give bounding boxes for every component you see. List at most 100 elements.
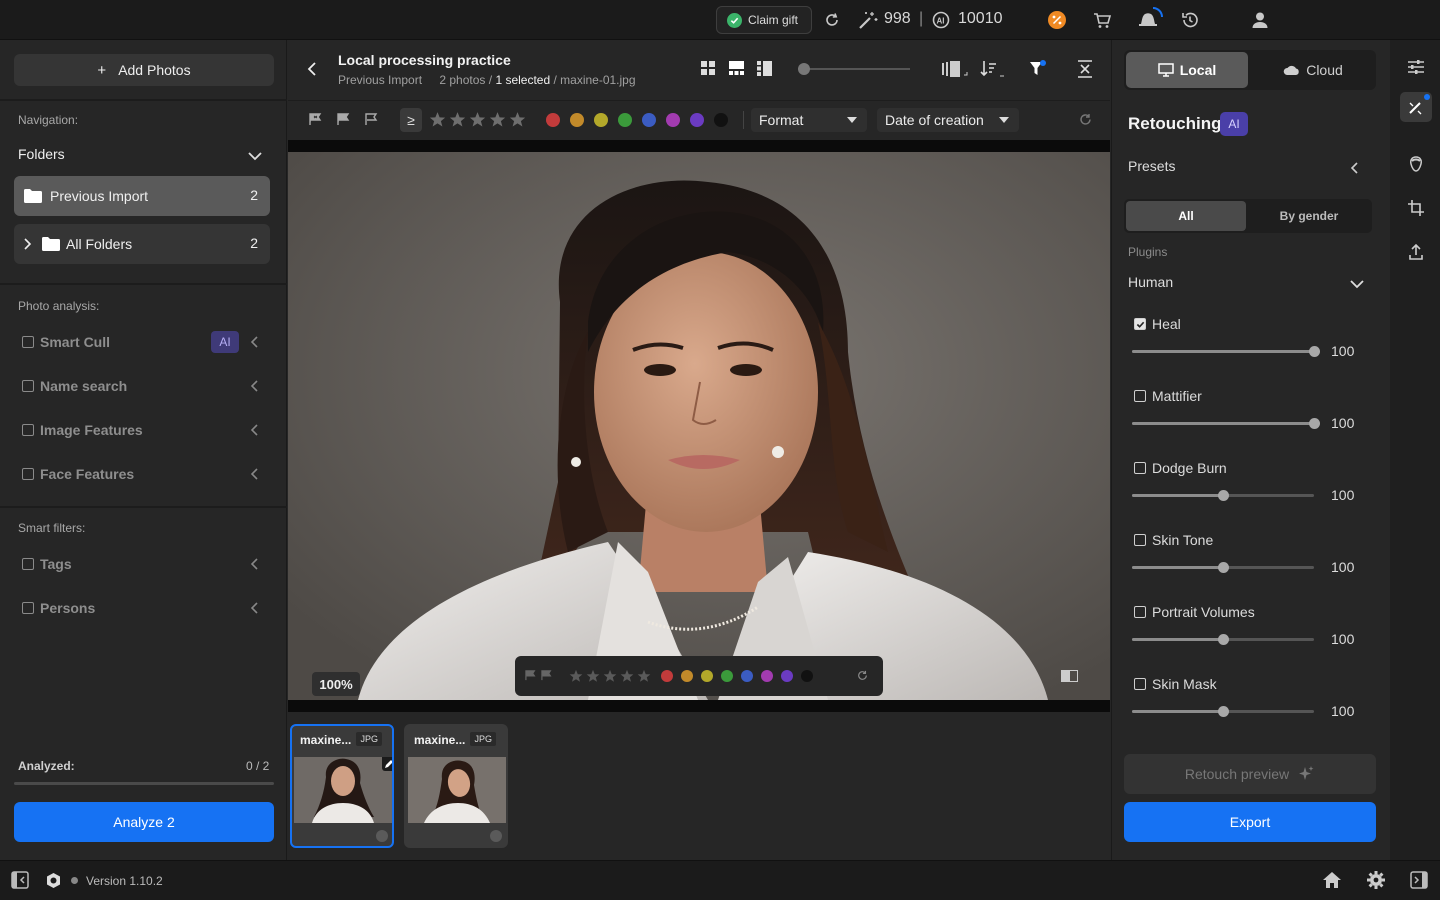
plugin-slider[interactable]: [1132, 562, 1314, 573]
checkbox[interactable]: [22, 558, 34, 570]
chevron-left-icon[interactable]: [250, 467, 260, 481]
plugin-row[interactable]: Portrait Volumes: [1134, 602, 1374, 622]
plugin-row[interactable]: Dodge Burn: [1134, 458, 1374, 478]
retouch-tool-button[interactable]: [1400, 92, 1432, 122]
plugin-row[interactable]: Mattifier: [1134, 386, 1374, 406]
star-icon[interactable]: [509, 111, 526, 128]
settings-gear-icon[interactable]: [1366, 870, 1386, 890]
color-label-dot[interactable]: [714, 113, 728, 127]
sort-dropdown[interactable]: Date of creation: [877, 108, 1019, 132]
refresh-icon[interactable]: [857, 670, 868, 681]
color-label-dot[interactable]: [721, 670, 733, 682]
notifications-icon[interactable]: [1136, 6, 1164, 32]
checkbox[interactable]: [22, 336, 34, 348]
export-icon[interactable]: [1408, 244, 1424, 260]
color-label-dot[interactable]: [570, 113, 584, 127]
color-label-dot[interactable]: [618, 113, 632, 127]
back-arrow-icon[interactable]: [306, 61, 318, 77]
plugin-slider[interactable]: [1132, 490, 1314, 501]
reset-filters-icon[interactable]: [1079, 113, 1092, 126]
history-icon[interactable]: [1180, 10, 1200, 30]
main-photo[interactable]: [288, 152, 1110, 700]
cart-icon[interactable]: [1092, 10, 1112, 30]
star-icon[interactable]: [569, 669, 583, 683]
filmstrip-thumb[interactable]: maxine... JPG: [404, 724, 508, 848]
rating-stars[interactable]: [429, 111, 526, 128]
segment-all[interactable]: All: [1126, 201, 1246, 231]
color-label-dot[interactable]: [681, 670, 693, 682]
star-icon[interactable]: [449, 111, 466, 128]
name-search-option[interactable]: Name search: [22, 375, 272, 397]
mask-icon[interactable]: [1408, 155, 1424, 173]
toggle-left-panel-icon[interactable]: [11, 871, 29, 889]
color-label-dot[interactable]: [690, 113, 704, 127]
filmstrip-view-icon[interactable]: [729, 61, 744, 76]
color-label-dot[interactable]: [761, 670, 773, 682]
checkbox[interactable]: [22, 602, 34, 614]
crop-icon[interactable]: [1408, 200, 1424, 216]
plugin-checkbox[interactable]: [1134, 534, 1146, 546]
tags-filter[interactable]: Tags: [22, 553, 272, 575]
thumb-color-dot[interactable]: [490, 830, 502, 842]
toggle-right-panel-icon[interactable]: [1410, 871, 1428, 889]
grid-view-icon[interactable]: [701, 61, 716, 76]
color-label-dot[interactable]: [642, 113, 656, 127]
plugin-group-dropdown[interactable]: Human: [1128, 274, 1368, 294]
plugin-row[interactable]: Skin Mask: [1134, 674, 1374, 694]
export-button[interactable]: Export: [1124, 802, 1376, 842]
checkbox[interactable]: [22, 424, 34, 436]
plugin-slider[interactable]: [1132, 418, 1320, 429]
thumb-color-dot[interactable]: [376, 830, 388, 842]
plugin-row[interactable]: Skin Tone: [1134, 530, 1374, 550]
folder-item-all-folders[interactable]: All Folders 2: [14, 224, 270, 264]
slider-knob[interactable]: [1218, 490, 1229, 501]
compare-view-icon[interactable]: [757, 61, 772, 76]
rating-operator-button[interactable]: ≥: [400, 108, 422, 132]
checkbox[interactable]: [22, 468, 34, 480]
home-icon[interactable]: [1322, 871, 1342, 889]
sort-order-icon[interactable]: [980, 60, 1006, 78]
checkbox[interactable]: [22, 380, 34, 392]
persons-filter[interactable]: Persons: [22, 597, 272, 619]
plugin-checkbox[interactable]: [1134, 678, 1146, 690]
color-labels[interactable]: [546, 113, 728, 127]
color-label-dot[interactable]: [701, 670, 713, 682]
flag-pick-icon[interactable]: [337, 113, 351, 126]
refresh-icon[interactable]: [822, 10, 842, 30]
plugin-checkbox[interactable]: [1134, 390, 1146, 402]
adjustments-icon[interactable]: [1407, 59, 1425, 75]
add-photos-button[interactable]: + Add Photos: [14, 54, 274, 86]
plugin-checkbox[interactable]: [1134, 462, 1146, 474]
collapse-icon[interactable]: [1077, 60, 1093, 78]
color-label-dot[interactable]: [666, 113, 680, 127]
plugin-slider[interactable]: [1132, 634, 1314, 645]
presets-row[interactable]: Presets: [1128, 158, 1368, 178]
slider-knob[interactable]: [1309, 346, 1320, 357]
star-icon[interactable]: [489, 111, 506, 128]
plugin-checkbox[interactable]: [1134, 606, 1146, 618]
format-dropdown[interactable]: Format: [751, 108, 867, 132]
color-label-dot[interactable]: [546, 113, 560, 127]
discount-icon[interactable]: [1047, 10, 1067, 30]
plugin-slider[interactable]: [1132, 346, 1320, 357]
folder-item-previous-import[interactable]: Previous Import 2: [14, 176, 270, 216]
star-icon[interactable]: [429, 111, 446, 128]
color-label-dot[interactable]: [661, 670, 673, 682]
plugin-row[interactable]: Heal: [1134, 314, 1374, 334]
face-features-option[interactable]: Face Features: [22, 463, 272, 485]
chevron-left-icon[interactable]: [250, 379, 260, 393]
stack-icon[interactable]: [942, 61, 968, 77]
flag-clear-icon[interactable]: [365, 113, 379, 126]
thumbnail-size-slider[interactable]: [798, 63, 910, 75]
chevron-right-icon[interactable]: [24, 238, 32, 250]
tab-local[interactable]: Local: [1126, 52, 1248, 88]
slider-knob[interactable]: [1218, 562, 1229, 573]
color-label-dot[interactable]: [801, 670, 813, 682]
retouch-preview-button[interactable]: Retouch preview: [1124, 754, 1376, 794]
color-label-dot[interactable]: [741, 670, 753, 682]
star-icon[interactable]: [637, 669, 651, 683]
color-label-dot[interactable]: [781, 670, 793, 682]
overlay-color-labels[interactable]: [661, 670, 813, 682]
user-icon[interactable]: [1250, 10, 1270, 30]
color-label-dot[interactable]: [594, 113, 608, 127]
